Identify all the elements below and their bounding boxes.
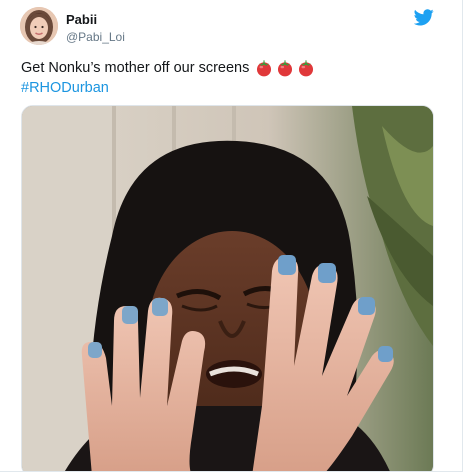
avatar[interactable] <box>20 7 58 45</box>
emoji-group <box>255 59 315 77</box>
tomato-emoji-icon <box>299 60 314 77</box>
tomato-emoji-icon <box>278 60 293 77</box>
tweet-text: Get Nonku’s mother off our screens #RHOD… <box>21 58 441 98</box>
hashtag-link[interactable]: #RHODurban <box>21 78 109 98</box>
user-handle[interactable]: @Pabi_Loi <box>66 30 125 44</box>
tweet-media-image[interactable] <box>21 105 434 471</box>
media-photo <box>22 106 433 471</box>
tweet-text-line: Get Nonku’s mother off our screens <box>21 58 441 78</box>
display-name[interactable]: Pabii <box>66 12 97 27</box>
tomato-emoji-icon <box>257 60 272 77</box>
hashtag-line: #RHODurban <box>21 78 441 98</box>
twitter-bird-icon[interactable] <box>414 9 434 26</box>
avatar-image <box>20 7 58 45</box>
tweet-card[interactable]: Pabii @Pabi_Loi Get Nonku’s mother off o… <box>0 0 463 472</box>
tweet-body: Get Nonku’s mother off our screens <box>21 60 250 76</box>
